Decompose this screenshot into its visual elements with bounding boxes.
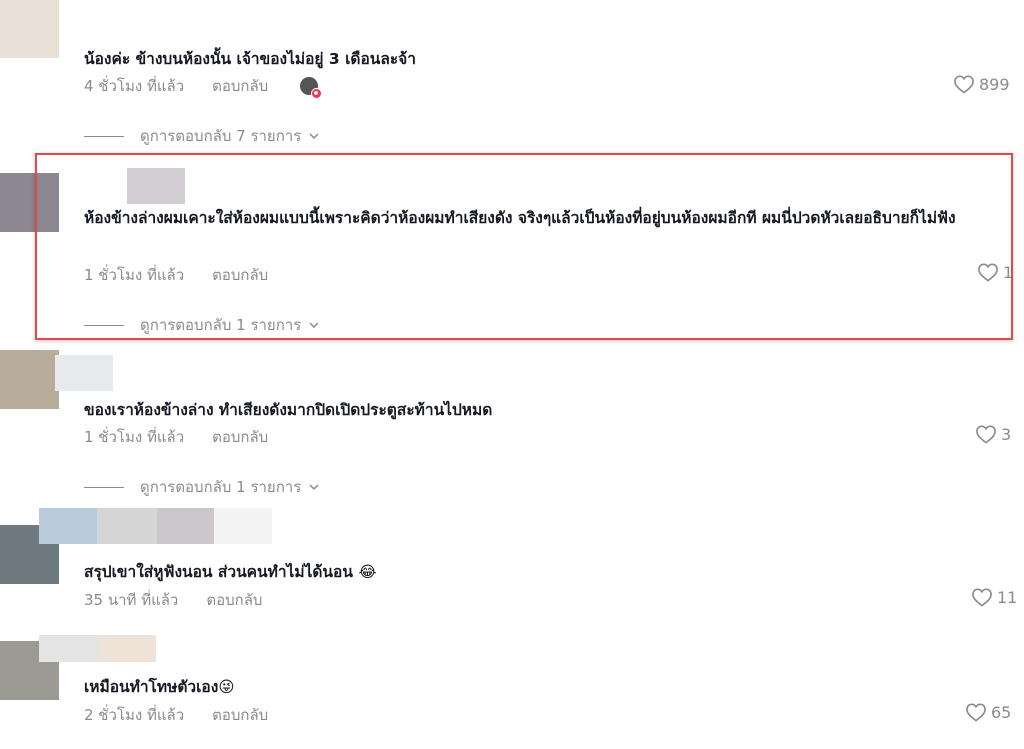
comment-text: เหมือนทำโทษตัวเอง😜 bbox=[84, 678, 235, 696]
divider bbox=[84, 486, 124, 488]
comment-meta: 4 ชั่วโมง ที่แล้ว ตอบกลับ bbox=[84, 74, 323, 99]
comment-time: 2 ชั่วโมง ที่แล้ว bbox=[84, 706, 185, 724]
username-redacted bbox=[127, 168, 185, 204]
comment-time: 4 ชั่วโมง ที่แล้ว bbox=[84, 77, 185, 95]
heart-icon bbox=[978, 263, 998, 282]
heart-icon bbox=[966, 703, 986, 722]
reply-button[interactable]: ตอบกลับ bbox=[212, 74, 268, 98]
chevron-down-icon bbox=[309, 133, 319, 140]
creator-liked-avatar bbox=[300, 77, 323, 99]
like-button[interactable]: 11 bbox=[971, 587, 1017, 607]
avatar[interactable] bbox=[0, 0, 59, 58]
avatar[interactable] bbox=[0, 173, 59, 232]
view-replies-button[interactable]: ดูการตอบกลับ 1 รายการ bbox=[84, 475, 319, 499]
comment-meta: 1 ชั่วโมง ที่แล้ว ตอบกลับ bbox=[84, 425, 268, 449]
view-replies-label: ดูการตอบกลับ 1 รายการ bbox=[140, 478, 302, 496]
comment-time: 1 ชั่วโมง ที่แล้ว bbox=[84, 428, 185, 446]
like-count: 1 bbox=[1003, 262, 1014, 282]
like-button[interactable]: 899 bbox=[953, 74, 1010, 94]
comment-meta: 2 ชั่วโมง ที่แล้ว ตอบกลับ bbox=[84, 703, 268, 727]
comment-text: ของเราห้องข้างล่าง ทำเสียงดังมากปิดเปิดป… bbox=[84, 401, 493, 419]
chevron-down-icon bbox=[309, 322, 319, 329]
divider bbox=[84, 135, 124, 137]
view-replies-button[interactable]: ดูการตอบกลับ 1 รายการ bbox=[84, 313, 319, 337]
reply-button[interactable]: ตอบกลับ bbox=[206, 588, 262, 612]
avatar[interactable] bbox=[0, 350, 59, 409]
username-redacted bbox=[157, 508, 214, 544]
comment-text: สรุปเขาใส่หูฟังนอน ส่วนคนทำไม่ได้นอน 😂 bbox=[84, 563, 377, 581]
comment-text: น้องค่ะ ข้างบนห้องนั้น เจ้าของไม่อยู่ 3 … bbox=[84, 50, 416, 68]
like-button[interactable]: 1 bbox=[977, 262, 1013, 282]
like-count: 899 bbox=[979, 74, 1010, 94]
username-redacted bbox=[99, 635, 156, 662]
like-button[interactable]: 65 bbox=[965, 702, 1011, 722]
heart-icon bbox=[972, 588, 992, 607]
view-replies-button[interactable]: ดูการตอบกลับ 7 รายการ bbox=[84, 124, 319, 148]
like-count: 3 bbox=[1001, 424, 1012, 444]
heart-badge-icon bbox=[311, 88, 323, 99]
comment-text: ห้องข้างล่างผมเคาะใส่ห้องผมแบบนี้เพราะคิ… bbox=[84, 209, 956, 227]
like-count: 65 bbox=[991, 702, 1012, 722]
heart-icon bbox=[976, 425, 996, 444]
comment-meta: 1 ชั่วโมง ที่แล้ว ตอบกลับ bbox=[84, 263, 268, 287]
comment-time: 1 ชั่วโมง ที่แล้ว bbox=[84, 266, 185, 284]
reply-button[interactable]: ตอบกลับ bbox=[212, 703, 268, 727]
like-count: 11 bbox=[997, 587, 1018, 607]
divider bbox=[84, 324, 124, 326]
username-redacted bbox=[214, 508, 272, 544]
comment-time: 35 นาที ที่แล้ว bbox=[84, 591, 179, 609]
heart-icon bbox=[954, 75, 974, 94]
chevron-down-icon bbox=[309, 484, 319, 491]
view-replies-label: ดูการตอบกลับ 7 รายการ bbox=[140, 127, 302, 145]
username-redacted bbox=[97, 508, 157, 544]
view-replies-label: ดูการตอบกลับ 1 รายการ bbox=[140, 316, 302, 334]
reply-button[interactable]: ตอบกลับ bbox=[212, 263, 268, 287]
like-button[interactable]: 3 bbox=[975, 424, 1011, 444]
username-redacted bbox=[39, 635, 99, 662]
comment-meta: 35 นาที ที่แล้ว ตอบกลับ bbox=[84, 588, 262, 612]
username-redacted bbox=[39, 508, 97, 544]
reply-button[interactable]: ตอบกลับ bbox=[212, 425, 268, 449]
username-redacted bbox=[55, 355, 113, 391]
